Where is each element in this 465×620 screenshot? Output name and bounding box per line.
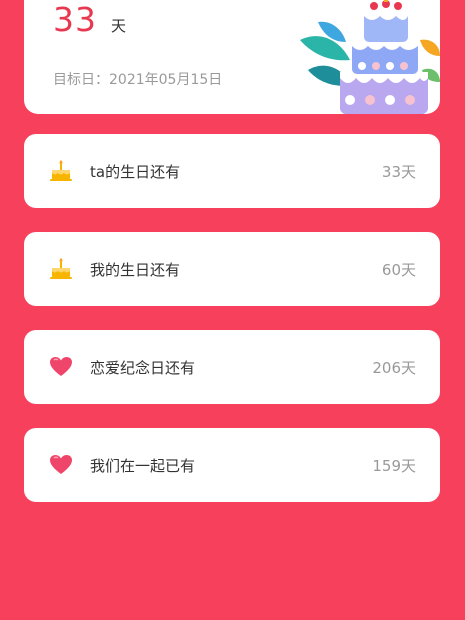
list-item-label: 我们在一起已有 — [90, 456, 196, 475]
countdown-list: ta的生日还有 33天 我的生日还有 60天 恋爱纪念日还有 206天 我们在一… — [24, 134, 440, 526]
list-item[interactable]: 我们在一起已有 159天 — [24, 428, 440, 502]
target-date-row: 目标日： 2021年05月15日 — [53, 69, 222, 89]
cake-icon — [48, 158, 74, 184]
days-number: 33 — [53, 0, 97, 39]
list-item[interactable]: ta的生日还有 33天 — [24, 134, 440, 208]
countdown-summary-card[interactable]: 33 天 目标日： 2021年05月15日 — [24, 0, 440, 114]
birthday-cake-illustration — [300, 0, 440, 114]
heart-icon — [48, 354, 74, 380]
heart-icon — [48, 452, 74, 478]
days-unit: 天 — [111, 17, 127, 35]
list-item-days: 206天 — [372, 358, 416, 377]
cake-icon — [48, 256, 74, 282]
list-item-label: 我的生日还有 — [90, 260, 181, 279]
list-item[interactable]: 我的生日还有 60天 — [24, 232, 440, 306]
days-count: 33 天 — [53, 0, 126, 40]
target-date-label: 目标日： — [53, 72, 109, 88]
list-item-days: 60天 — [381, 260, 416, 279]
list-item-label: ta的生日还有 — [90, 162, 181, 181]
target-date-value: 2021年05月15日 — [109, 72, 223, 88]
list-item-days: 33天 — [381, 162, 416, 181]
list-item[interactable]: 恋爱纪念日还有 206天 — [24, 330, 440, 404]
list-item-days: 159天 — [372, 456, 416, 475]
list-item-label: 恋爱纪念日还有 — [90, 358, 196, 377]
